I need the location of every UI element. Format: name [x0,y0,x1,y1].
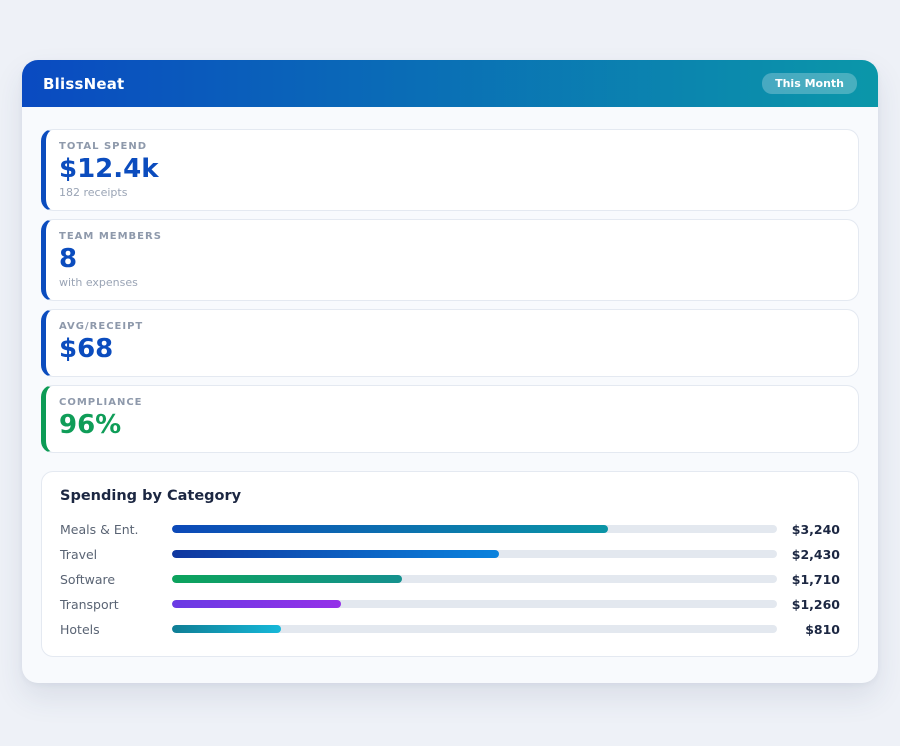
app-title: BlissNeat [43,75,124,93]
bar-fill [172,525,608,533]
chart-row: Software $1,710 [60,567,840,592]
chart-title: Spending by Category [60,488,840,504]
period-badge[interactable]: This Month [762,73,857,94]
chart-row: Travel $2,430 [60,542,840,567]
stat-label: TOTAL SPEND [59,141,842,152]
stat-label: TEAM MEMBERS [59,231,842,242]
chart-row: Hotels $810 [60,617,840,642]
bar-fill [172,625,281,633]
dashboard-panel: BlissNeat This Month TOTAL SPEND $12.4k … [22,60,878,683]
bar-fill [172,550,499,558]
stat-label: AVG/RECEIPT [59,321,842,332]
category-label: Software [60,572,172,587]
stat-card: TOTAL SPEND $12.4k 182 receipts [41,129,859,211]
category-label: Transport [60,597,172,612]
bar-track [172,575,777,583]
category-label: Travel [60,547,172,562]
category-value: $1,260 [786,597,840,612]
dashboard-content: TOTAL SPEND $12.4k 182 receipts TEAM MEM… [22,107,878,657]
spending-chart-card: Spending by Category Meals & Ent. $3,240… [41,471,859,657]
category-label: Hotels [60,622,172,637]
category-value: $1,710 [786,572,840,587]
bar-track [172,525,777,533]
bar-track [172,625,777,633]
chart-rows: Meals & Ent. $3,240 Travel $2,430 Softwa… [60,517,840,642]
chart-row: Transport $1,260 [60,592,840,617]
category-value: $810 [786,622,840,637]
stat-value: 8 [59,245,842,275]
category-value: $2,430 [786,547,840,562]
bar-track [172,600,777,608]
stat-subtext: 182 receipts [59,186,842,199]
category-value: $3,240 [786,522,840,537]
stat-value: $12.4k [59,155,842,185]
stat-card: COMPLIANCE 96% [41,385,859,453]
stat-card: AVG/RECEIPT $68 [41,309,859,377]
bar-track [172,550,777,558]
bar-fill [172,575,402,583]
stat-value: 96% [59,411,842,441]
stat-label: COMPLIANCE [59,397,842,408]
bar-fill [172,600,341,608]
stats-list: TOTAL SPEND $12.4k 182 receipts TEAM MEM… [41,129,859,453]
stat-subtext: with expenses [59,276,842,289]
app-header: BlissNeat This Month [22,60,878,107]
category-label: Meals & Ent. [60,522,172,537]
chart-row: Meals & Ent. $3,240 [60,517,840,542]
stat-value: $68 [59,335,842,365]
stat-card: TEAM MEMBERS 8 with expenses [41,219,859,301]
